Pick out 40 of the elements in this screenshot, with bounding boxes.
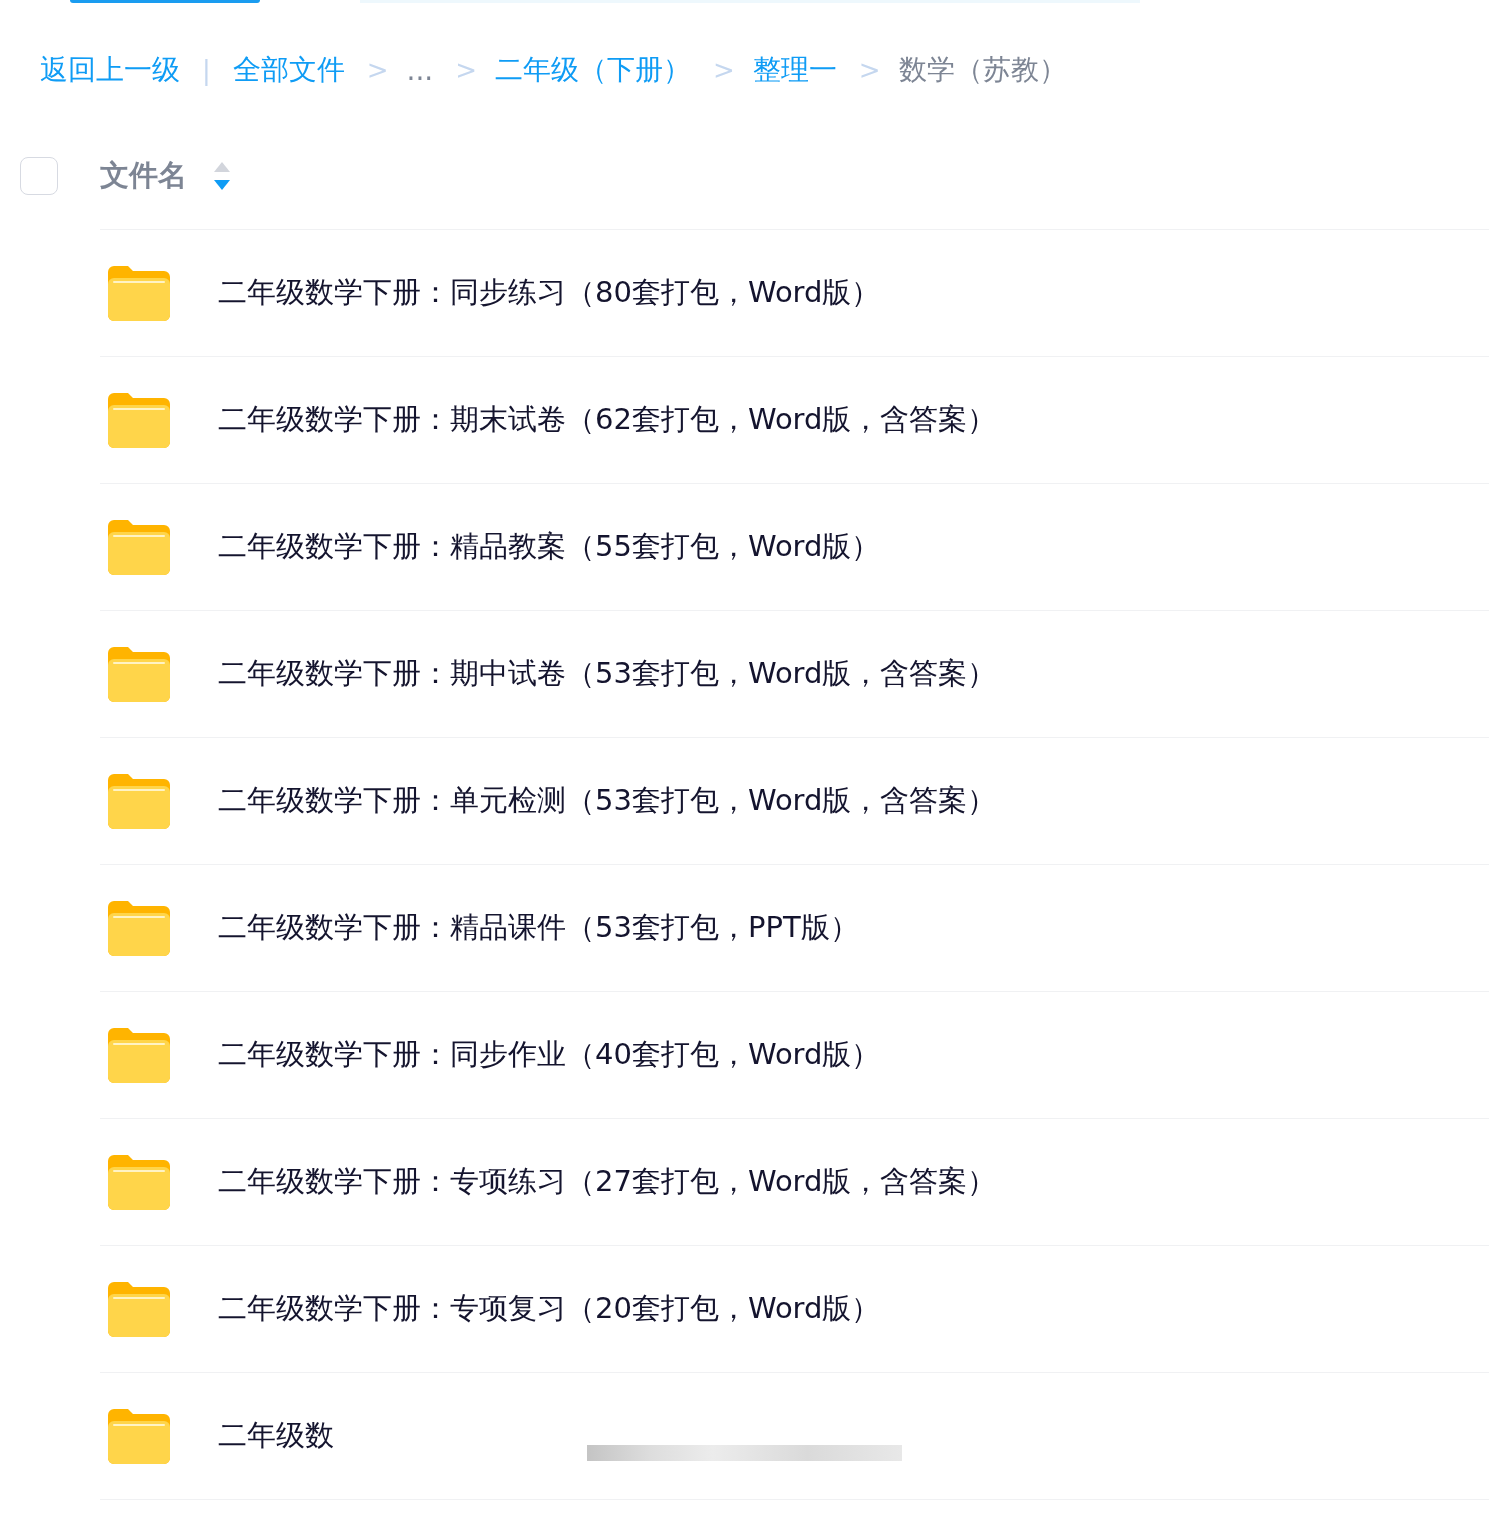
breadcrumb-separator: > xyxy=(713,55,735,85)
file-name: 二年级数学下册：精品课件（53套打包，PPT版） xyxy=(218,909,859,946)
file-row[interactable]: 二年级数学下册：期中试卷（53套打包，Word版，含答案） xyxy=(100,610,1489,737)
breadcrumb-separator: > xyxy=(366,55,389,85)
file-row[interactable]: 二年级数 xyxy=(100,1372,1489,1499)
sort-icon[interactable] xyxy=(213,161,231,191)
folder-icon xyxy=(108,392,170,448)
file-name: 二年级数学下册：专项复习（20套打包，Word版） xyxy=(218,1290,881,1327)
column-header[interactable]: 文件名 xyxy=(100,156,187,196)
file-name: 二年级数学下册：期中试卷（53套打包，Word版，含答案） xyxy=(218,655,997,692)
breadcrumb-separator: > xyxy=(858,55,881,85)
folder-icon xyxy=(108,646,170,702)
file-name: 二年级数学下册：专项练习（27套打包，Word版，含答案） xyxy=(218,1163,997,1200)
file-name: 二年级数学下册：精品教案（55套打包，Word版） xyxy=(218,528,881,565)
file-name: 二年级数学下册：同步练习（80套打包，Word版） xyxy=(218,274,881,311)
file-name: 二年级数学下册：同步作业（40套打包，Word版） xyxy=(218,1036,881,1073)
file-name: 二年级数学下册：单元检测（53套打包，Word版，含答案） xyxy=(218,782,997,819)
breadcrumb-current: 数学（苏教） xyxy=(898,52,1067,88)
folder-icon xyxy=(108,519,170,575)
file-row[interactable]: 二年级数学下册：精品教案（55套打包，Word版） xyxy=(100,483,1489,610)
file-name: 二年级数学下册：期末试卷（62套打包，Word版，含答案） xyxy=(218,401,997,438)
file-row[interactable]: 二年级数学下册：精品课件（53套打包，PPT版） xyxy=(100,864,1489,991)
file-row[interactable]: 二年级数学下册：期末试卷（62套打包，Word版，含答案） xyxy=(100,356,1489,483)
breadcrumb-divider: | xyxy=(202,55,211,85)
file-name: 二年级数 xyxy=(218,1417,334,1454)
folder-icon xyxy=(108,1408,170,1464)
folder-icon xyxy=(108,773,170,829)
folder-icon xyxy=(108,900,170,956)
breadcrumb-ellipsis[interactable]: ... xyxy=(406,53,434,87)
file-row[interactable]: 二年级数学下册：专项练习（27套打包，Word版，含答案） xyxy=(100,1118,1489,1245)
file-row[interactable]: 二年级数学下册：同步作业（40套打包，Word版） xyxy=(100,991,1489,1118)
breadcrumb-separator: > xyxy=(455,55,478,85)
folder-icon xyxy=(108,265,170,321)
folder-icon xyxy=(108,1281,170,1337)
file-row[interactable]: 二年级数学下册：单元检测（53套打包，Word版，含答案） xyxy=(100,737,1489,864)
folder-icon xyxy=(108,1154,170,1210)
file-row[interactable]: 二年级数学下册：同步练习（80套打包，Word版） xyxy=(100,229,1489,356)
folder-icon xyxy=(108,1027,170,1083)
file-row[interactable]: 二年级数学下册：专项复习（20套打包，Word版） xyxy=(100,1245,1489,1372)
select-all-checkbox[interactable] xyxy=(20,157,58,195)
